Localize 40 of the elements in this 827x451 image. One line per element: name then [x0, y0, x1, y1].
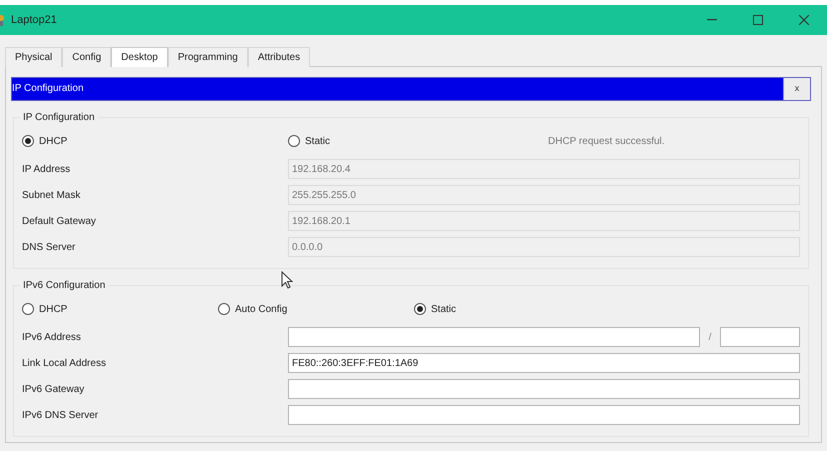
field-label: IP Address: [22, 162, 72, 176]
dialog-title: IP Configuration: [12, 78, 783, 100]
close-icon: [799, 15, 809, 25]
field-label: IPv6 DNS Server: [22, 408, 100, 422]
radio-option[interactable]: Static: [414, 302, 456, 316]
field-label: IPv6 Gateway: [22, 382, 86, 396]
status-text: DHCP request successful.: [548, 134, 665, 148]
radio-icon[interactable]: [414, 303, 426, 315]
cursor-icon: [281, 271, 293, 289]
radio-icon[interactable]: [22, 135, 34, 147]
close-button[interactable]: x: [783, 78, 810, 100]
radio-icon[interactable]: [218, 303, 230, 315]
maximize-icon: [753, 15, 763, 25]
tab[interactable]: Attributes: [248, 47, 310, 67]
input-field[interactable]: [720, 327, 800, 347]
field-label: Link Local Address: [22, 356, 107, 370]
radio-option[interactable]: DHCP: [22, 134, 68, 148]
minimize-icon: [707, 19, 717, 21]
input-field[interactable]: FE80::260:3EFF:FE01:1A69: [288, 353, 800, 373]
radio-option[interactable]: Static: [288, 134, 330, 148]
tab[interactable]: Desktop: [111, 47, 168, 67]
field-label: Default Gateway: [22, 214, 97, 228]
field-label: DNS Server: [22, 240, 76, 254]
input-field[interactable]: [288, 327, 700, 347]
radio-icon[interactable]: [22, 303, 34, 315]
input-field[interactable]: [288, 405, 800, 425]
field-label: IPv6 Address: [22, 330, 82, 344]
separator-text: /: [708, 330, 712, 344]
app-icon: [0, 14, 6, 26]
group-title: IP Configuration: [20, 110, 98, 125]
tab[interactable]: Physical: [5, 47, 62, 67]
radio-option[interactable]: Auto Config: [218, 302, 288, 316]
field-label: Subnet Mask: [22, 188, 82, 202]
window-title: Laptop21: [11, 12, 57, 28]
tab[interactable]: Config: [62, 47, 112, 67]
radio-option[interactable]: DHCP: [22, 302, 68, 316]
radio-icon[interactable]: [288, 135, 300, 147]
group-title: IPv6 Configuration: [20, 278, 108, 293]
input-field[interactable]: [288, 379, 800, 399]
tab[interactable]: Programming: [168, 47, 248, 67]
